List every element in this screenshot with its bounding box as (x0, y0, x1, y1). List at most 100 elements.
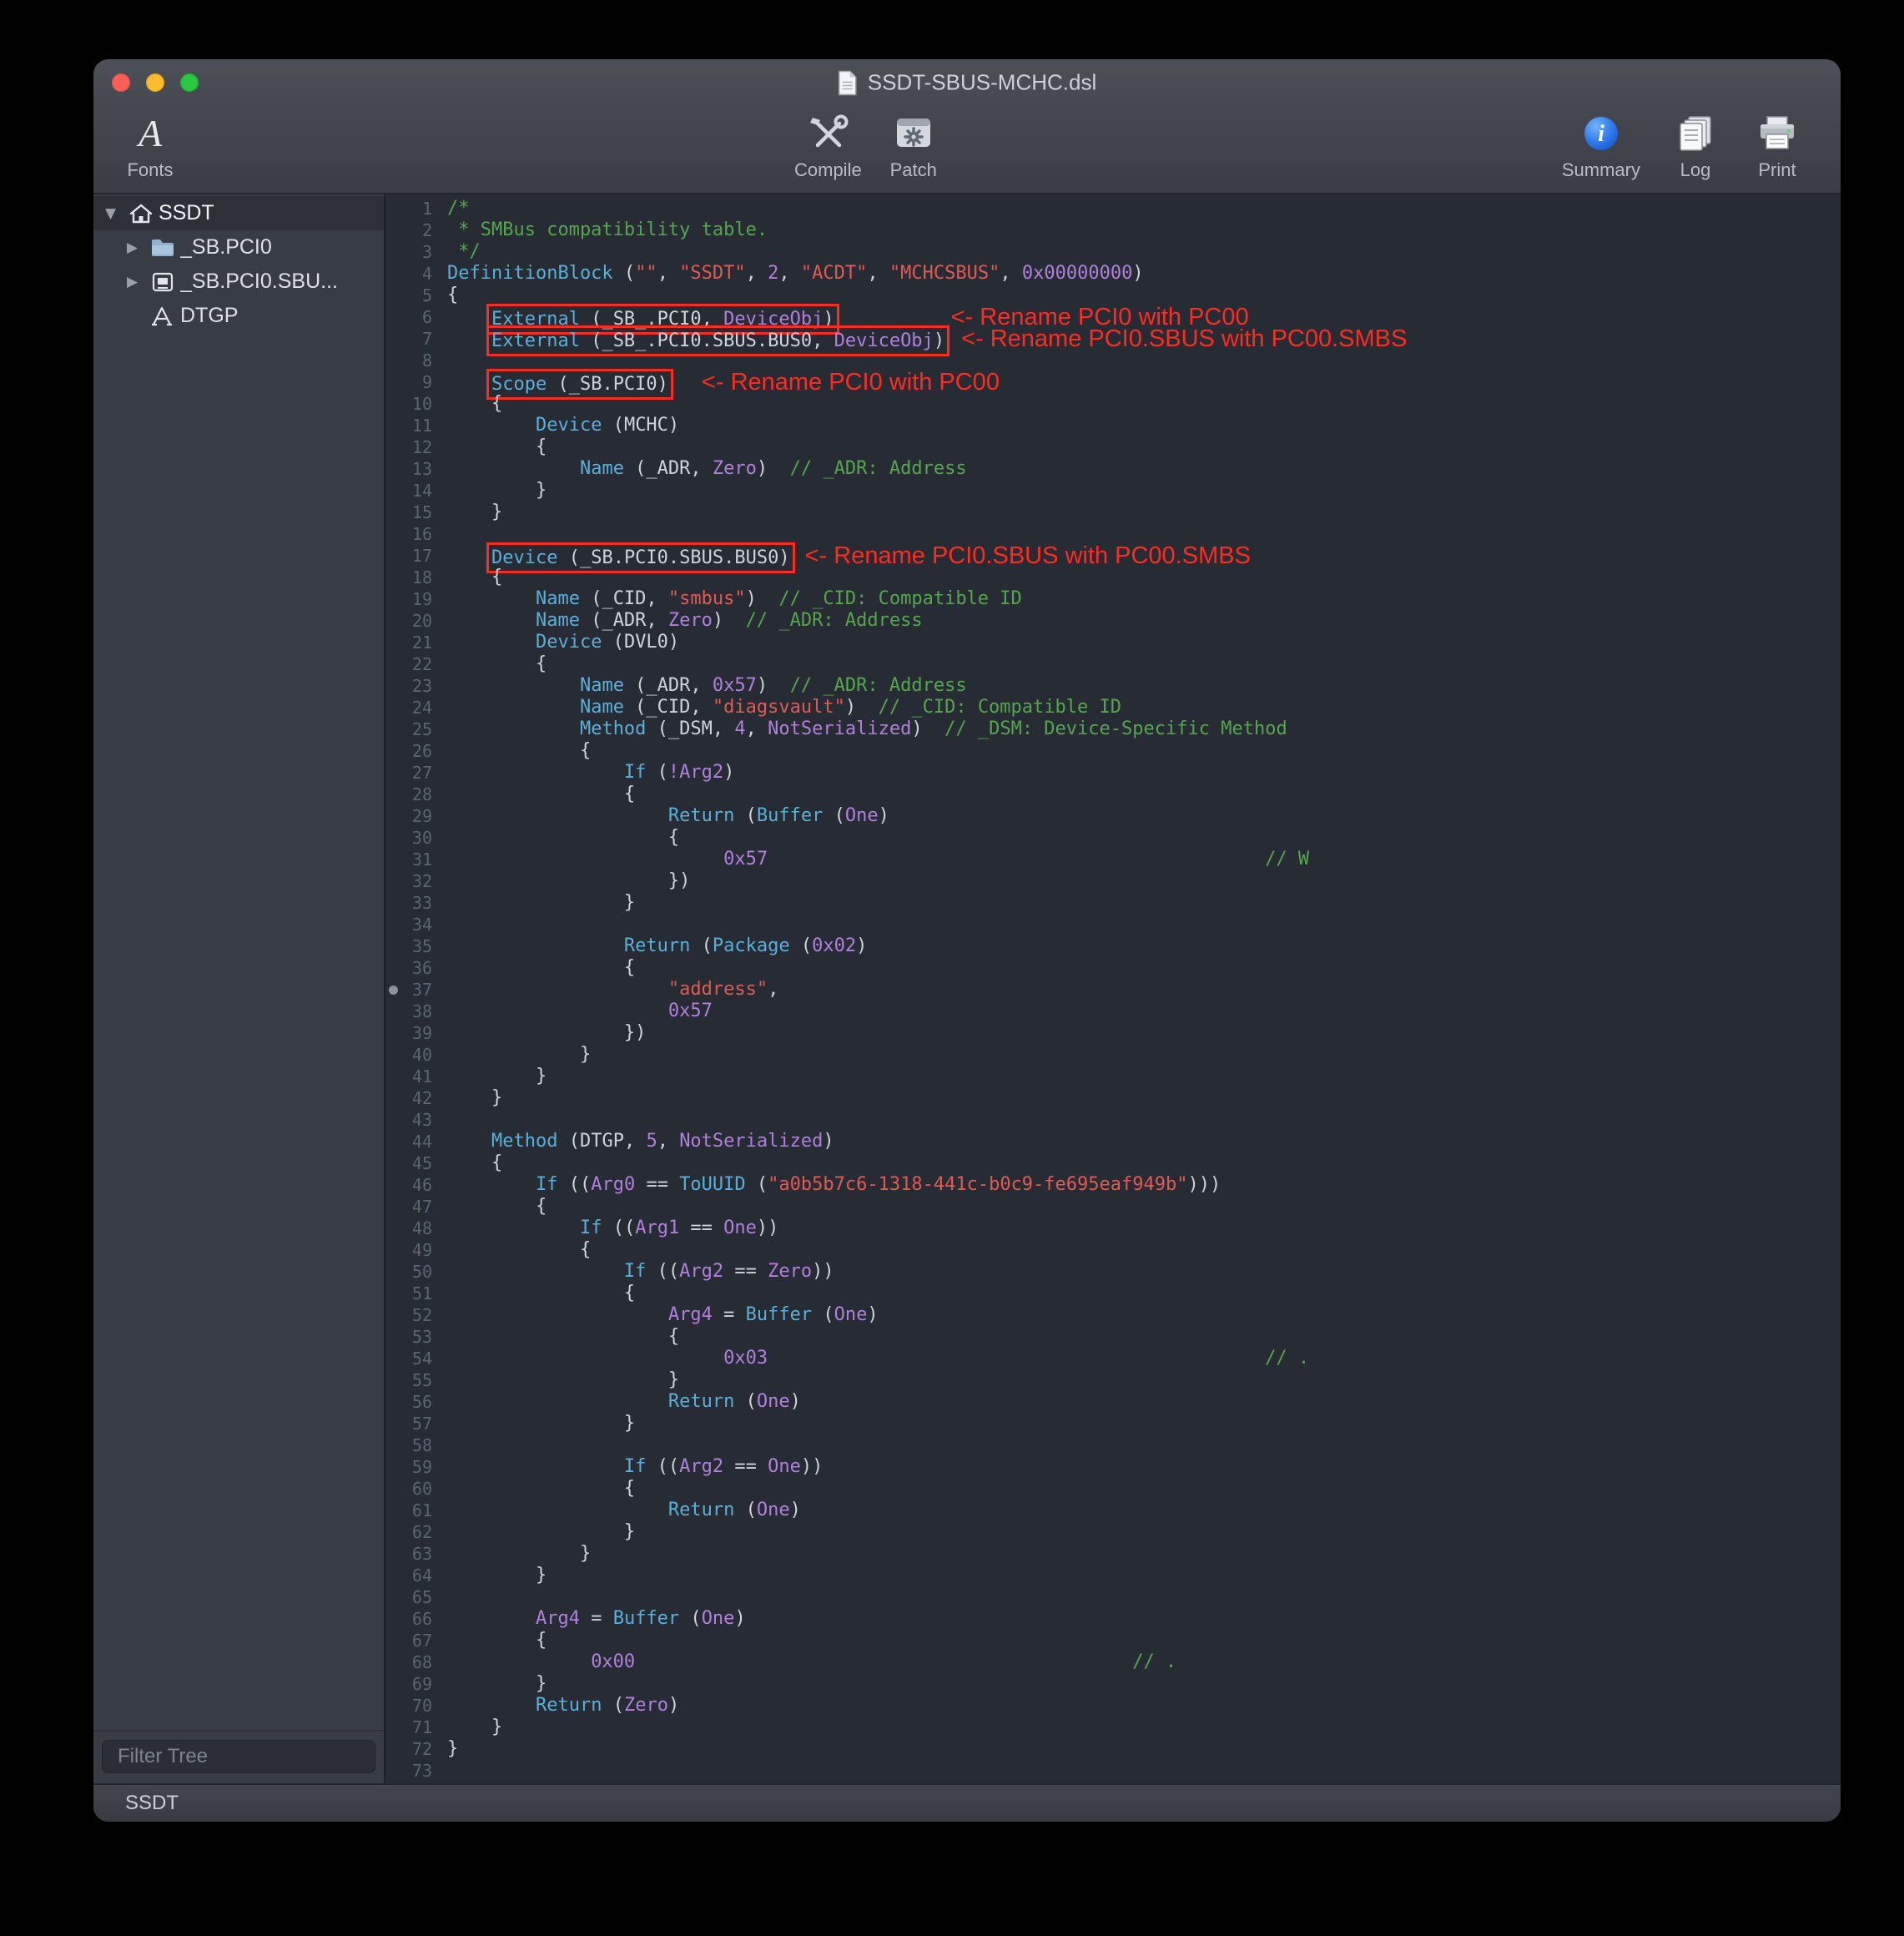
line-number: 50 (385, 1261, 432, 1283)
zoom-button[interactable] (180, 73, 199, 92)
code-line[interactable]: 60 { (385, 1478, 1841, 1500)
code-line[interactable]: 73 (385, 1760, 1841, 1782)
code-editor[interactable]: 1/*2 * SMBus compatibility table.3 */4De… (385, 194, 1841, 1783)
code-line[interactable]: 71 } (385, 1717, 1841, 1738)
code-line[interactable]: 64 } (385, 1565, 1841, 1586)
code-line[interactable]: 30 { (385, 827, 1841, 849)
fonts-button[interactable]: A Fonts (123, 111, 177, 181)
code-line[interactable]: 24 Name (_CID, "diagsvault") // _CID: Co… (385, 697, 1841, 718)
code-line[interactable]: 23 Name (_ADR, 0x57) // _ADR: Address (385, 675, 1841, 697)
code-line[interactable]: 61 Return (One) (385, 1500, 1841, 1521)
code-line[interactable]: 31 0x57 // W (385, 849, 1841, 870)
code-line[interactable]: 54 0x03 // . (385, 1348, 1841, 1369)
code-line[interactable]: 11 Device (MCHC) (385, 415, 1841, 436)
code-line[interactable]: 4DefinitionBlock ("", "SSDT", 2, "ACDT",… (385, 263, 1841, 285)
code-line[interactable]: 57 } (385, 1413, 1841, 1434)
code-line[interactable]: 62 } (385, 1521, 1841, 1543)
code-line[interactable]: 10 { (385, 393, 1841, 415)
titlebar[interactable]: SSDT-SBUS-MCHC.dsl (93, 59, 1841, 106)
code-line[interactable]: 52 Arg4 = Buffer (One) (385, 1304, 1841, 1326)
code-line[interactable]: 27 If (!Arg2) (385, 762, 1841, 784)
code-line[interactable]: 14 } (385, 480, 1841, 502)
code-line[interactable]: 28 { (385, 784, 1841, 805)
code-line[interactable]: 7 External (_SB_.PCI0.SBUS.BUS0, DeviceO… (385, 328, 1841, 350)
minimize-button[interactable] (146, 73, 164, 92)
code-line[interactable]: 18 { (385, 567, 1841, 588)
code-line[interactable]: 22 { (385, 653, 1841, 675)
code-line[interactable]: 36 { (385, 957, 1841, 979)
code-line[interactable]: 41 } (385, 1066, 1841, 1087)
code-line[interactable]: 72} (385, 1738, 1841, 1760)
code-line[interactable]: 42 } (385, 1087, 1841, 1109)
code-line[interactable]: 38 0x57 (385, 1001, 1841, 1022)
code-line[interactable]: 67 { (385, 1630, 1841, 1651)
filter-input[interactable] (118, 1745, 376, 1768)
compile-button[interactable]: Compile (794, 111, 862, 181)
code-line[interactable]: 43 (385, 1109, 1841, 1131)
code-line[interactable]: 12 { (385, 436, 1841, 458)
sidebar-item-ssdt[interactable]: ▼ SSDT (93, 196, 384, 230)
code-line[interactable]: 53 { (385, 1326, 1841, 1348)
code-line[interactable]: 56 Return (One) (385, 1391, 1841, 1413)
code-line[interactable]: 34 (385, 914, 1841, 935)
code-line[interactable]: 32 }) (385, 870, 1841, 892)
code-line[interactable]: 45 { (385, 1152, 1841, 1174)
code-line[interactable]: 66 Arg4 = Buffer (One) (385, 1608, 1841, 1630)
code-line[interactable]: 39 }) (385, 1022, 1841, 1044)
line-number: 34 (385, 914, 432, 935)
code-line[interactable]: 17 Device (_SB.PCI0.SBUS.BUS0)<- Rename … (385, 545, 1841, 567)
code-line[interactable]: 37 "address", (385, 979, 1841, 1001)
code-line[interactable]: 35 Return (Package (0x02) (385, 935, 1841, 957)
disclosure-expanded-icon[interactable]: ▼ (105, 205, 128, 222)
code-line[interactable]: 26 { (385, 740, 1841, 762)
summary-button[interactable]: i Summary (1562, 111, 1640, 181)
code-line[interactable]: 19 Name (_CID, "smbus") // _CID: Compati… (385, 588, 1841, 610)
sidebar-item-dtgp[interactable]: DTGP (93, 299, 384, 333)
code-line[interactable]: 13 Name (_ADR, Zero) // _ADR: Address (385, 458, 1841, 480)
code-line[interactable]: 69 } (385, 1673, 1841, 1695)
disclosure-collapsed-icon[interactable]: ▶ (127, 239, 150, 256)
code-line[interactable]: 63 } (385, 1543, 1841, 1565)
code-line[interactable]: 51 { (385, 1283, 1841, 1304)
code-line[interactable]: 33 } (385, 892, 1841, 914)
line-number: 51 (385, 1283, 432, 1304)
disclosure-collapsed-icon[interactable]: ▶ (127, 274, 150, 290)
patch-button[interactable]: Patch (887, 111, 940, 181)
code-line[interactable]: 15 } (385, 502, 1841, 523)
code-line[interactable]: 59 If ((Arg2 == One)) (385, 1456, 1841, 1478)
print-button[interactable]: Print (1750, 111, 1804, 181)
code-line[interactable]: 44 Method (DTGP, 5, NotSerialized) (385, 1131, 1841, 1152)
sidebar-item-label: _SB.PCI0.SBU... (180, 270, 338, 294)
line-number: 58 (385, 1434, 432, 1456)
code-line[interactable]: 58 (385, 1434, 1841, 1456)
code-line[interactable]: 50 If ((Arg2 == Zero)) (385, 1261, 1841, 1283)
log-button[interactable]: Log (1669, 111, 1722, 181)
code-line[interactable]: 29 Return (Buffer (One) (385, 805, 1841, 827)
code-line[interactable]: 46 If ((Arg0 == ToUUID ("a0b5b7c6-1318-4… (385, 1174, 1841, 1196)
line-number: 28 (385, 784, 432, 805)
line-number: 72 (385, 1738, 432, 1760)
fonts-icon: A (139, 114, 162, 153)
close-button[interactable] (112, 73, 130, 92)
filter-field[interactable] (102, 1740, 375, 1773)
code-line[interactable]: 49 { (385, 1239, 1841, 1261)
code-line[interactable]: 47 { (385, 1196, 1841, 1218)
code-line[interactable]: 2 * SMBus compatibility table. (385, 219, 1841, 241)
code-line[interactable]: 9 Scope (_SB.PCI0)<- Rename PCI0 with PC… (385, 371, 1841, 393)
line-number: 71 (385, 1717, 432, 1738)
code-line[interactable]: 21 Device (DVL0) (385, 632, 1841, 653)
sidebar-item-sb-pci0-sbus[interactable]: ▶ _SB.PCI0.SBU... (93, 265, 384, 299)
sidebar-item-sb-pci0[interactable]: ▶ _SB.PCI0 (93, 230, 384, 265)
code-line[interactable]: 70 Return (Zero) (385, 1695, 1841, 1717)
code-line[interactable]: 1/* (385, 198, 1841, 219)
code-line[interactable]: 3 */ (385, 241, 1841, 263)
code-line[interactable]: 8 (385, 350, 1841, 371)
code-line[interactable]: 20 Name (_ADR, Zero) // _ADR: Address (385, 610, 1841, 632)
code-line[interactable]: 40 } (385, 1044, 1841, 1066)
code-line[interactable]: 55 } (385, 1369, 1841, 1391)
code-line[interactable]: 25 Method (_DSM, 4, NotSerialized) // _D… (385, 718, 1841, 740)
code-line[interactable]: 68 0x00 // . (385, 1651, 1841, 1673)
line-number: 68 (385, 1651, 432, 1673)
code-line[interactable]: 48 If ((Arg1 == One)) (385, 1218, 1841, 1239)
code-line[interactable]: 65 (385, 1586, 1841, 1608)
